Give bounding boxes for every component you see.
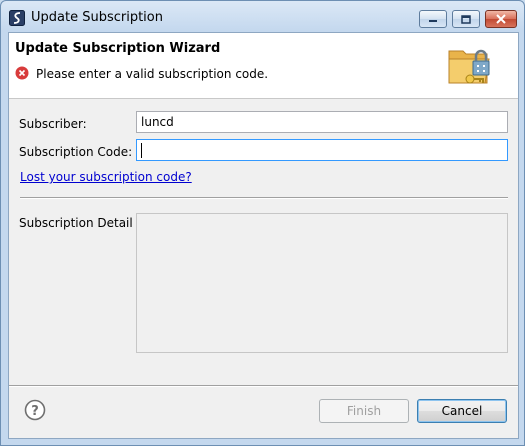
error-icon	[15, 66, 29, 80]
maximize-button[interactable]	[452, 10, 480, 28]
subscriber-label: Subscriber:	[19, 117, 87, 131]
subscription-code-label: Subscription Code:	[19, 145, 133, 159]
text-caret	[141, 143, 142, 158]
separator	[20, 197, 508, 199]
footer-separator	[9, 385, 518, 387]
subscription-detail-label: Subscription Detail	[19, 216, 133, 230]
svg-text:?: ?	[31, 404, 39, 419]
folder-lock-key-icon	[448, 49, 490, 84]
error-message: Please enter a valid subscription code.	[36, 67, 269, 81]
close-button[interactable]	[485, 10, 517, 28]
subscription-code-field[interactable]	[136, 139, 508, 161]
wizard-header: Update Subscription Wizard Please enter …	[9, 33, 518, 99]
maximize-icon	[461, 14, 471, 24]
minimize-button[interactable]	[419, 10, 447, 28]
subscriber-field[interactable]: luncd	[136, 111, 508, 133]
window-title: Update Subscription	[31, 10, 163, 25]
finish-button[interactable]: Finish	[319, 399, 409, 423]
subscription-detail-box	[136, 213, 508, 353]
help-icon[interactable]: ?	[24, 399, 46, 421]
close-icon	[496, 14, 506, 24]
title-bar[interactable]: Update Subscription	[1, 1, 524, 33]
app-logo-icon	[9, 10, 25, 26]
dialog-body: Update Subscription Wizard Please enter …	[8, 32, 519, 439]
minimize-icon	[429, 20, 437, 22]
lost-code-link[interactable]: Lost your subscription code?	[20, 170, 192, 184]
wizard-title: Update Subscription Wizard	[15, 41, 221, 56]
cancel-button[interactable]: Cancel	[417, 399, 507, 423]
dialog-window: Update Subscription Update Subscription …	[0, 0, 525, 446]
